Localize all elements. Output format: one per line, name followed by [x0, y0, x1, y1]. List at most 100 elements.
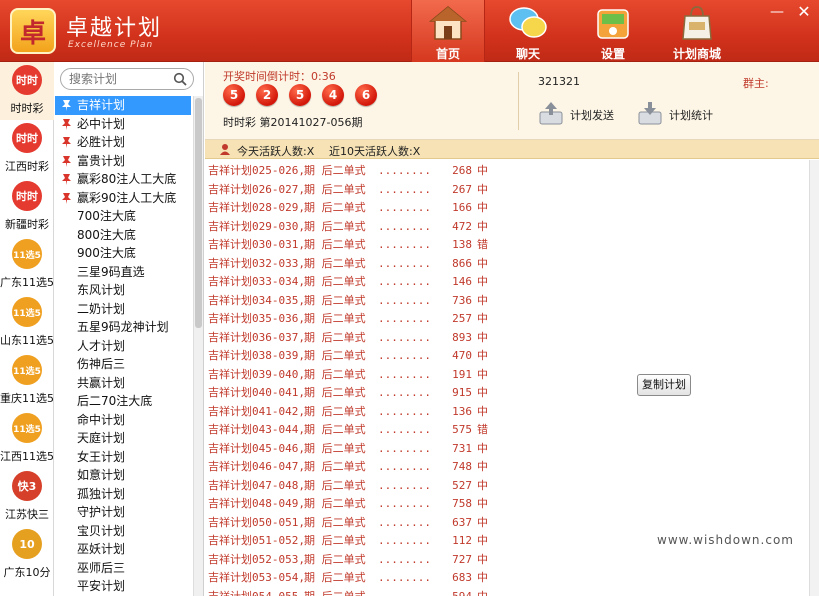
shishicai-icon: 时时 — [12, 123, 42, 153]
plan-item-label: 五星9码龙神计划 — [77, 320, 169, 334]
plan-stats-label: 计划统计 — [669, 109, 713, 122]
result-row: 吉祥计划039-040,期 后二单式........ 191 中 — [208, 366, 488, 385]
plan-item[interactable]: 巫师后三 — [55, 559, 191, 578]
result-plan-name: 吉祥计划046-047, — [208, 460, 305, 473]
result-plan-name: 吉祥计划036-037, — [208, 330, 305, 344]
plan-item[interactable]: 宝贝计划 — [55, 522, 191, 541]
result-dots: ........ — [378, 275, 431, 288]
result-period-type: 期 后二单式 — [304, 182, 366, 196]
plan-item[interactable]: 吉祥计划 — [55, 96, 191, 115]
nav-settings-label: 设置 — [600, 47, 625, 61]
plan-item[interactable]: 800注大底 — [55, 226, 191, 245]
plan-item[interactable]: 孤独计划 — [55, 485, 191, 504]
plan-item[interactable]: 五星9码龙神计划 — [55, 318, 191, 337]
chat-bubbles-icon — [509, 7, 547, 38]
plan-item-label: 东风计划 — [77, 283, 126, 297]
plan-item[interactable]: 富贵计划 — [55, 152, 191, 171]
plan-stats-button[interactable]: 计划统计 — [637, 100, 737, 128]
user-id: 321321 — [538, 75, 580, 88]
lottery-item-jiangxi-shishicai[interactable]: 时时 江西时彩 — [0, 120, 54, 178]
copy-plan-button[interactable]: 复制计划 — [637, 374, 691, 396]
result-dots: ........ — [378, 571, 431, 584]
minimize-button[interactable]: — — [768, 4, 786, 20]
result-value: 748 — [452, 460, 472, 473]
result-period-type: 期 后二单式 — [304, 238, 366, 251]
nav-home-label: 首页 — [435, 47, 460, 61]
11x5-icon: 11选5 — [12, 413, 42, 443]
close-button[interactable]: ✕ — [795, 4, 813, 20]
plan-item[interactable]: 二奶计划 — [55, 300, 191, 319]
lottery-item-xinjiang-shishicai[interactable]: 时时 新疆时彩 — [0, 178, 54, 236]
result-period-type: 期 后二单式 — [304, 423, 366, 436]
result-dots: ........ — [378, 256, 431, 270]
nav-shop[interactable]: 计划商城 — [660, 0, 734, 62]
plan-item[interactable]: 巫妖计划 — [55, 540, 191, 559]
plan-item[interactable]: 人才计划 — [55, 337, 191, 356]
plan-item[interactable]: 天庭计划 — [55, 429, 191, 448]
11x5-icon: 11选5 — [12, 355, 42, 385]
nav-chat[interactable]: 聊天 — [491, 0, 565, 62]
plan-item[interactable]: 赢彩80注人工大底 — [55, 170, 191, 189]
nav-settings[interactable]: 设置 — [576, 0, 650, 62]
scrollbar-thumb[interactable] — [195, 98, 202, 328]
plan-item[interactable]: 赢彩90注人工大底 — [55, 189, 191, 208]
result-row: 吉祥计划041-042,期 后二单式........ 136 中 — [208, 403, 488, 422]
plan-item-label: 赢彩80注人工大底 — [77, 172, 177, 186]
lottery-item-chongqing-11x5[interactable]: 11选5 重庆11选5 — [0, 352, 54, 410]
result-row: 吉祥计划030-031,期 后二单式........ 138 错 — [208, 236, 488, 255]
plan-item[interactable]: 必中计划 — [55, 115, 191, 134]
result-dots: ........ — [378, 534, 431, 547]
plan-item-label: 三星9码直选 — [77, 264, 145, 279]
pin-icon — [62, 137, 71, 148]
plan-item[interactable]: 三星9码直选 — [55, 263, 191, 282]
plan-item[interactable]: 如意计划 — [55, 466, 191, 485]
pin-icon — [62, 192, 71, 204]
result-value: 637 — [452, 515, 472, 529]
result-value: 138 — [452, 238, 472, 251]
plan-item-label: 赢彩90注人工大底 — [77, 190, 177, 205]
plan-item[interactable]: 平安计划 — [55, 577, 191, 596]
result-dots: ........ — [378, 182, 431, 196]
result-status: 中 — [477, 164, 488, 177]
plan-item[interactable]: 900注大底 — [55, 244, 191, 263]
result-plan-name: 吉祥计划032-033, — [208, 256, 305, 270]
result-plan-name: 吉祥计划041-042, — [208, 404, 305, 418]
result-dots: ........ — [378, 441, 431, 455]
plan-list-scrollbar[interactable] — [193, 96, 203, 596]
plan-item[interactable]: 共赢计划 — [55, 374, 191, 393]
result-period-type: 期 后二单式 — [304, 367, 366, 381]
nav-home[interactable]: 首页 — [411, 0, 485, 62]
plan-item[interactable]: 东风计划 — [55, 281, 191, 300]
result-value: 594 — [452, 589, 472, 596]
lottery-item-jiangsu-k3[interactable]: 快3 江苏快三 — [0, 468, 54, 526]
plan-item[interactable]: 700注大底 — [55, 207, 191, 226]
plan-item[interactable]: 守护计划 — [55, 503, 191, 522]
search-icon[interactable] — [173, 72, 187, 86]
result-dots: ........ — [378, 293, 431, 307]
result-row: 吉祥计划051-052,期 后二单式........ 112 中 — [208, 532, 488, 551]
plan-item[interactable]: 命中计划 — [55, 411, 191, 430]
plan-item[interactable]: 后二70注大底 — [55, 392, 191, 411]
result-row: 吉祥计划052-053,期 后二单式........ 727 中 — [208, 551, 488, 570]
plan-item-label: 如意计划 — [77, 468, 126, 482]
plan-item[interactable]: 伤神后三 — [55, 355, 191, 374]
lottery-item-shandong-11x5[interactable]: 11选5 山东11选5 — [0, 294, 54, 352]
plan-item-label: 巫妖计划 — [77, 542, 126, 556]
lottery-label: 广东10分 — [3, 566, 51, 579]
result-status: 错 — [477, 238, 488, 251]
plan-item[interactable]: 必胜计划 — [55, 133, 191, 152]
result-value: 472 — [452, 219, 472, 233]
lottery-item-guangdong-10min[interactable]: 10 广东10分 — [0, 526, 54, 584]
results-scrollbar[interactable] — [810, 160, 819, 596]
result-value: 470 — [452, 349, 472, 362]
result-plan-name: 吉祥计划054-055, — [208, 589, 305, 596]
plan-item-label: 后二70注大底 — [77, 394, 153, 408]
result-dots: ........ — [378, 367, 431, 381]
shishicai-icon: 时时 — [12, 181, 42, 211]
plan-item[interactable]: 女王计划 — [55, 448, 191, 467]
search-input[interactable] — [69, 71, 169, 87]
lottery-item-jiangxi-11x5[interactable]: 11选5 江西11选5 — [0, 410, 54, 468]
lottery-item-shishicai[interactable]: 时时 时时彩 — [0, 62, 54, 120]
plan-send-button[interactable]: 计划发送 — [538, 100, 638, 128]
lottery-item-guangdong-11x5[interactable]: 11选5 广东11选5 — [0, 236, 54, 294]
